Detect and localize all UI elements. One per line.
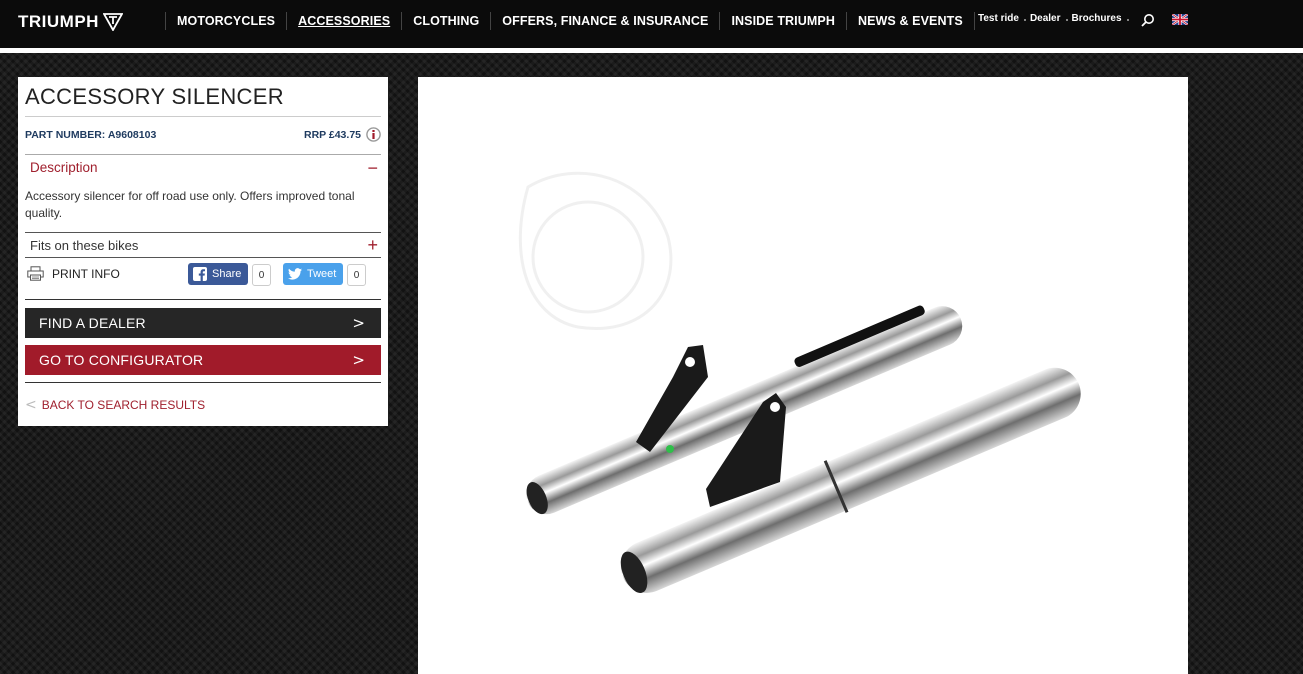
part-number: PART NUMBER: A9608103 [25, 129, 157, 141]
info-icon[interactable] [366, 127, 381, 142]
facebook-share-button[interactable]: Share [188, 263, 248, 285]
printer-icon [27, 266, 44, 281]
product-image [418, 77, 1188, 674]
twitter-tweet-label: Tweet [307, 268, 337, 280]
back-label: BACK TO SEARCH RESULTS [41, 398, 206, 412]
chevron-right-icon: > [352, 351, 365, 369]
print-info-link[interactable]: PRINT INFO [27, 266, 120, 281]
twitter-tweet-button[interactable]: Tweet [283, 263, 343, 285]
product-info-panel: ACCESSORY SILENCER PART NUMBER: A9608103… [18, 77, 388, 426]
brochures-link[interactable]: Brochures [1072, 13, 1133, 24]
test-ride-link[interactable]: Test ride [978, 13, 1030, 24]
back-to-search-results-link[interactable]: < BACK TO SEARCH RESULTS [25, 397, 205, 413]
uk-flag-icon[interactable] [1172, 14, 1188, 25]
find-dealer-label: FIND A DEALER [39, 315, 146, 331]
print-info-label: PRINT INFO [52, 266, 120, 281]
silencer-product-photo [518, 171, 1081, 594]
actions-divider [25, 299, 381, 300]
facebook-share-label: Share [212, 268, 242, 280]
nav-motorcycles[interactable]: MOTORCYCLES [165, 12, 286, 30]
facebook-share-count: 0 [252, 264, 271, 286]
title-divider [25, 116, 381, 117]
product-title: ACCESSORY SILENCER [25, 84, 284, 109]
nav-inside-triumph[interactable]: INSIDE TRIUMPH [719, 12, 846, 30]
description-text: Accessory silencer for off road use only… [25, 189, 355, 220]
utility-links: Test ride Dealer Brochures [978, 13, 1133, 24]
nav-clothing[interactable]: CLOTHING [401, 12, 490, 30]
collapse-minus-icon: − [367, 157, 378, 178]
configurator-label: GO TO CONFIGURATOR [39, 352, 204, 368]
chevron-right-icon: > [352, 314, 365, 332]
triumph-logo[interactable]: TRIUMPH [18, 10, 123, 34]
nav-news-events[interactable]: NEWS & EVENTS [845, 12, 975, 30]
logo-text: TRIUMPH [18, 12, 99, 31]
description-accordion-header[interactable]: Description − [25, 154, 381, 180]
fits-bikes-accordion-header[interactable]: Fits on these bikes + [25, 232, 381, 258]
go-to-configurator-button[interactable]: GO TO CONFIGURATOR > [25, 345, 381, 375]
main-nav: MOTORCYCLES ACCESSORIES CLOTHING OFFERS,… [165, 12, 975, 30]
rrp-price: RRP £43.75 [303, 129, 361, 141]
triumph-emblem-icon [102, 13, 123, 31]
search-icon[interactable] [1141, 13, 1155, 27]
header-divider [0, 48, 1303, 53]
expand-plus-icon: + [367, 235, 378, 255]
chevron-left-icon: < [25, 397, 37, 413]
back-divider [25, 382, 381, 383]
twitter-tweet-count: 0 [347, 264, 366, 286]
nav-offers-finance-insurance[interactable]: OFFERS, FINANCE & INSURANCE [490, 12, 719, 30]
description-label: Description [30, 160, 98, 175]
top-navigation-bar: TRIUMPH MOTORCYCLES ACCESSORIES CLOTHING… [0, 0, 1303, 48]
fits-bikes-label: Fits on these bikes [30, 237, 139, 253]
facebook-icon [193, 267, 207, 281]
find-dealer-button[interactable]: FIND A DEALER > [25, 308, 381, 338]
dealer-link[interactable]: Dealer [1030, 13, 1072, 24]
twitter-bird-icon [288, 268, 302, 280]
nav-accessories[interactable]: ACCESSORIES [286, 12, 401, 30]
